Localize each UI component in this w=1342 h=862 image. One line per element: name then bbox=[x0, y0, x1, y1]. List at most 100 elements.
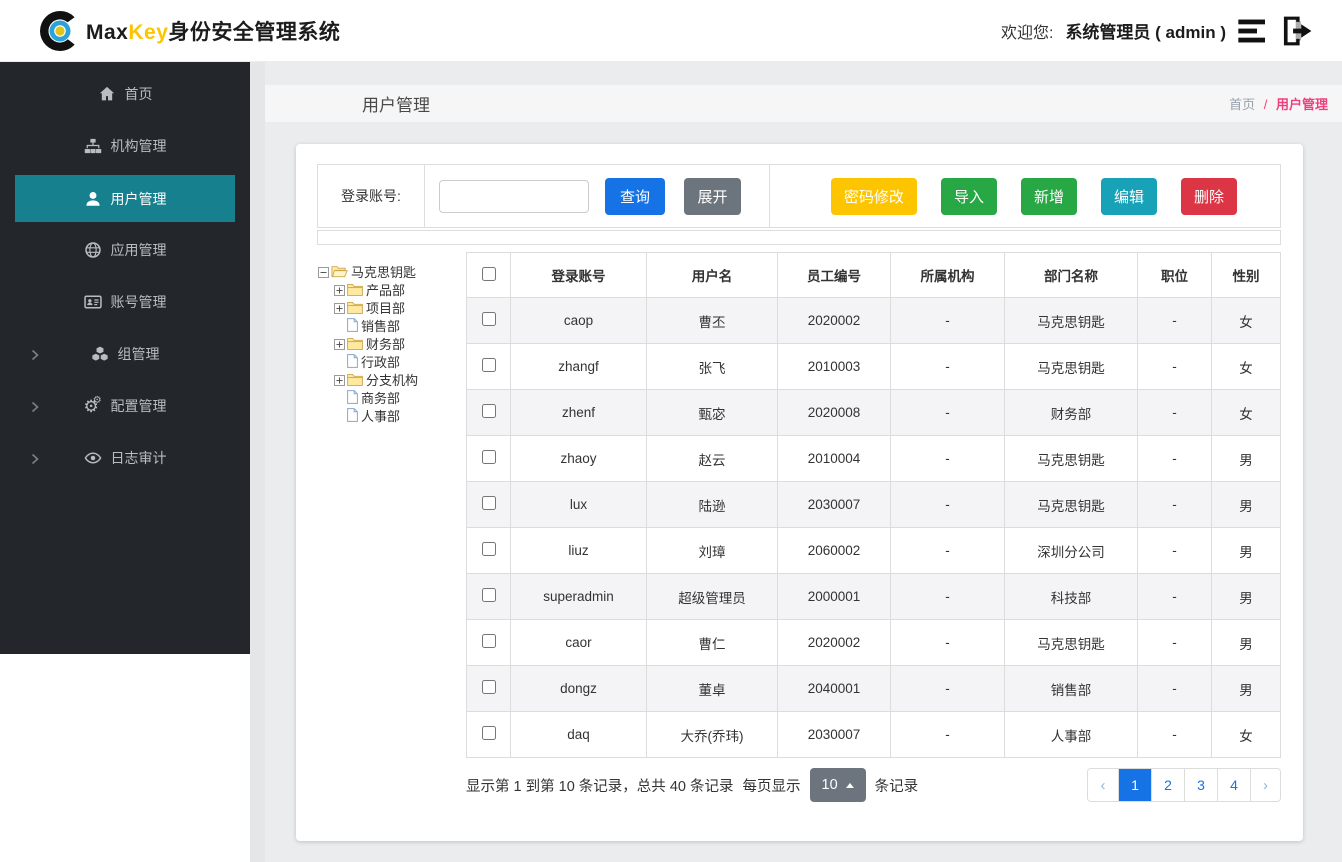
table-row[interactable]: superadmin 超级管理员 2000001- 科技部 - 男 bbox=[466, 573, 1281, 620]
expander-plus-icon[interactable] bbox=[334, 374, 345, 386]
row-checkbox[interactable] bbox=[481, 450, 496, 464]
add-button[interactable]: 新增 bbox=[1020, 177, 1077, 215]
breadcrumb-home[interactable]: 首页 bbox=[1229, 97, 1255, 112]
table-row[interactable]: zhangf 张飞 2010003- 马克思钥匙 - 女 bbox=[466, 343, 1281, 390]
cell-position: - bbox=[1137, 389, 1212, 436]
tree-node-财务部[interactable]: 财务部 bbox=[334, 334, 466, 352]
row-checkbox[interactable] bbox=[481, 404, 496, 418]
table-row[interactable]: dongz 董卓 2040001- 销售部 - 男 bbox=[466, 665, 1281, 712]
pagination-page-1[interactable]: 1 bbox=[1118, 769, 1151, 801]
expander-plus-icon[interactable] bbox=[334, 338, 345, 350]
hamburger-icon[interactable] bbox=[1236, 15, 1270, 47]
sidebar-item-label: 配置管理 bbox=[110, 398, 167, 414]
pagination-next[interactable]: › bbox=[1250, 769, 1280, 801]
table-row[interactable]: caor 曹仁 2020002- 马克思钥匙 - 男 bbox=[466, 619, 1281, 666]
gears-icon: ⚙ ⚙ bbox=[83, 395, 102, 416]
tree-node-项目部[interactable]: 项目部 bbox=[334, 298, 466, 316]
table-row[interactable]: zhenf 甄宓 2020008- 财务部 - 女 bbox=[466, 389, 1281, 436]
table-header-row: 登录账号 用户名 员工编号 所属机构 部门名称 职位 性别 bbox=[466, 252, 1281, 298]
cell-position: - bbox=[1137, 297, 1212, 344]
brand-max: Max bbox=[86, 20, 129, 44]
cell-login_account: zhaoy bbox=[510, 435, 647, 482]
expander-plus-icon[interactable] bbox=[334, 302, 345, 314]
sidebar-item-应用管理[interactable]: 应用管理 bbox=[0, 224, 250, 276]
caret-up-icon bbox=[845, 782, 854, 788]
cell-department: 马克思钥匙 bbox=[1004, 481, 1138, 528]
brand: MaxKey身份安全管理系统 bbox=[38, 9, 340, 53]
sidebar-item-配置管理[interactable]: ⚙ ⚙ 配置管理 bbox=[0, 380, 250, 432]
expander-minus-icon[interactable] bbox=[318, 266, 329, 278]
sidebar-item-机构管理[interactable]: 机构管理 bbox=[0, 120, 250, 172]
sidebar-item-用户管理[interactable]: 用户管理 bbox=[15, 175, 235, 222]
edit-button[interactable]: 编辑 bbox=[1100, 177, 1157, 215]
column-header-gender: 性别 bbox=[1211, 252, 1281, 298]
per-page-dropdown[interactable]: 10 bbox=[809, 768, 866, 802]
tree-node-销售部[interactable]: 销售部 bbox=[334, 316, 466, 334]
tree-node-label: 分支机构 bbox=[366, 372, 419, 388]
cell-username: 甄宓 bbox=[646, 389, 778, 436]
tree-node-商务部[interactable]: 商务部 bbox=[334, 388, 466, 406]
table-row[interactable]: zhaoy 赵云 2010004- 马克思钥匙 - 男 bbox=[466, 435, 1281, 482]
tree-node-label: 产品部 bbox=[366, 282, 406, 298]
table-row[interactable]: daq 大乔(乔玮) 2030007- 人事部 - 女 bbox=[466, 711, 1281, 758]
cell-organization: - bbox=[890, 389, 1005, 436]
maxkey-logo-icon bbox=[40, 10, 75, 51]
expander-plus-icon[interactable] bbox=[334, 284, 345, 296]
cell-gender: 男 bbox=[1211, 435, 1281, 482]
row-checkbox-cell bbox=[466, 343, 511, 390]
expand-button[interactable]: 展开 bbox=[684, 177, 741, 215]
row-checkbox[interactable] bbox=[481, 588, 496, 602]
tree-node-人事部[interactable]: 人事部 bbox=[334, 406, 466, 424]
topbar: MaxKey身份安全管理系统 欢迎您: 系统管理员 ( admin ) bbox=[0, 0, 1342, 62]
query-button[interactable]: 查询 bbox=[605, 177, 665, 215]
page-header-bar: 用户管理 首页 / 用户管理 bbox=[265, 85, 1342, 122]
row-checkbox[interactable] bbox=[481, 358, 496, 372]
cell-gender: 女 bbox=[1211, 343, 1281, 390]
column-header-department: 部门名称 bbox=[1004, 252, 1138, 298]
sidebar-item-首页[interactable]: 首页 bbox=[0, 68, 250, 120]
summary-text: 显示第 1 到第 10 条记录，总共 40 条记录 bbox=[466, 778, 734, 795]
content-card: 登录账号: 查询 展开 密码修改 导入 新增 编辑 删除 马克思钥匙 产品部 项目部 销售部财… bbox=[296, 144, 1303, 841]
tree-node-行政部[interactable]: 行政部 bbox=[334, 352, 466, 370]
pagination-page-2[interactable]: 2 bbox=[1151, 769, 1184, 801]
sidebar: 首页机构管理 用户管理 应用管理 账号管理 组管理 ⚙ ⚙ 配置管理日志审计 bbox=[0, 62, 250, 654]
select-all-checkbox[interactable] bbox=[481, 266, 496, 281]
tree-node-产品部[interactable]: 产品部 bbox=[334, 280, 466, 298]
sidebar-item-账号管理[interactable]: 账号管理 bbox=[0, 276, 250, 328]
organization-tree: 马克思钥匙产品部 项目部 销售部 财务部 行政部分支机构商务部 人事部 bbox=[317, 252, 466, 802]
table-row[interactable]: caop 曹丕 2020002- 马克思钥匙 - 女 bbox=[466, 297, 1281, 344]
sidebar-item-组管理[interactable]: 组管理 bbox=[0, 328, 250, 380]
cell-organization: - bbox=[890, 711, 1005, 758]
sidebar-item-label: 首页 bbox=[124, 86, 153, 102]
row-checkbox[interactable] bbox=[481, 496, 496, 510]
tree-node-label: 马克思钥匙 bbox=[351, 264, 417, 280]
globe-icon bbox=[84, 241, 102, 259]
tree-node-label: 商务部 bbox=[361, 390, 401, 406]
cell-organization: - bbox=[890, 665, 1005, 712]
login-account-input[interactable] bbox=[439, 179, 589, 213]
table-row[interactable]: lux 陆逊 2030007- 马克思钥匙 - 男 bbox=[466, 481, 1281, 528]
row-checkbox[interactable] bbox=[481, 680, 496, 694]
row-checkbox[interactable] bbox=[481, 726, 496, 740]
breadcrumb: 首页 / 用户管理 bbox=[1229, 94, 1328, 113]
pagination-page-4[interactable]: 4 bbox=[1217, 769, 1250, 801]
row-checkbox[interactable] bbox=[481, 634, 496, 648]
row-checkbox[interactable] bbox=[481, 542, 496, 556]
row-checkbox[interactable] bbox=[481, 312, 496, 326]
cell-department: 深圳分公司 bbox=[1004, 527, 1138, 574]
password-modify-button[interactable]: 密码修改 bbox=[830, 177, 917, 215]
pagination-page-3[interactable]: 3 bbox=[1184, 769, 1217, 801]
tree-node-root[interactable]: 马克思钥匙 bbox=[318, 262, 466, 280]
cell-gender: 男 bbox=[1211, 481, 1281, 528]
delete-button[interactable]: 删除 bbox=[1180, 177, 1237, 215]
sidebar-item-日志审计[interactable]: 日志审计 bbox=[0, 432, 250, 484]
header-checkbox-cell bbox=[466, 252, 511, 298]
import-button[interactable]: 导入 bbox=[940, 177, 997, 215]
logout-icon[interactable] bbox=[1280, 15, 1314, 47]
table-row[interactable]: liuz 刘璋 2060002- 深圳分公司 - 男 bbox=[466, 527, 1281, 574]
cell-position: - bbox=[1137, 343, 1212, 390]
pagination-prev[interactable]: ‹ bbox=[1088, 769, 1118, 801]
tree-node-分支机构[interactable]: 分支机构 bbox=[334, 370, 466, 388]
cell-employee_no: 2060002 bbox=[777, 527, 891, 574]
folder-closed-icon bbox=[347, 301, 363, 314]
